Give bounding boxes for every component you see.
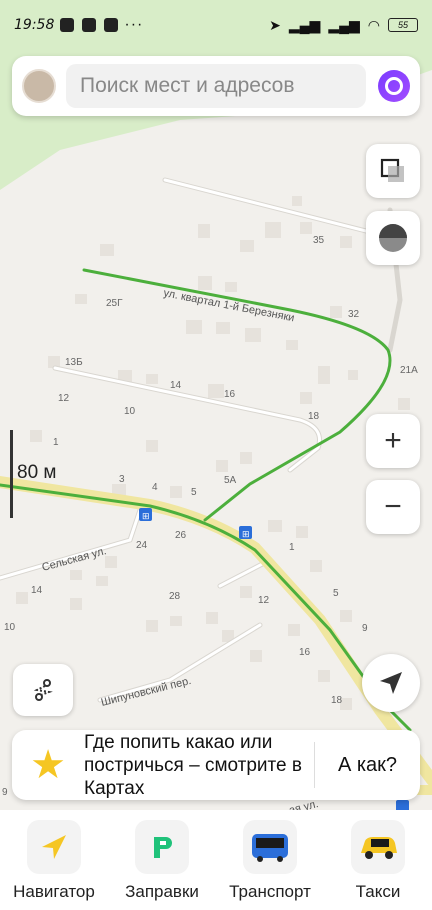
house-number: 1: [289, 542, 295, 553]
zoom-out-button[interactable]: −: [366, 480, 420, 534]
house-number: 10: [4, 622, 16, 633]
tab-navigator[interactable]: Навигатор: [0, 820, 108, 902]
status-time: 19:58: [14, 17, 55, 33]
tab-taxi[interactable]: Такси: [324, 820, 432, 902]
search-placeholder: Поиск мест и адресов: [80, 74, 295, 97]
tab-label: Транспорт: [229, 882, 311, 901]
house-number: 10: [124, 406, 136, 417]
layers-button[interactable]: [366, 144, 420, 198]
house-number: 1: [53, 437, 59, 448]
app-icon: [104, 18, 119, 32]
tab-label: Такси: [355, 882, 401, 901]
tab-label: Навигатор: [13, 882, 95, 901]
house-number: 12: [58, 393, 70, 404]
signal-icon-2: ▂▄▆: [328, 16, 360, 33]
voice-assistant-icon[interactable]: [378, 70, 410, 102]
map-scale: 80 м: [10, 430, 56, 518]
location-icon: ➤: [269, 16, 281, 33]
star-icon: ★: [30, 743, 66, 787]
my-location-button[interactable]: [362, 654, 420, 712]
house-number: 5: [191, 487, 197, 498]
taxi-icon: [351, 820, 405, 874]
navigator-icon: [27, 820, 81, 874]
fuel-icon: [135, 820, 189, 874]
bottom-tab-bar: Навигатор Заправки Транспорт Такси: [0, 810, 432, 910]
house-number: 28: [169, 591, 181, 602]
house-number: 14: [170, 380, 182, 391]
bus-stop-icon[interactable]: ⊞: [239, 526, 252, 539]
scale-label: 80 м: [17, 462, 57, 483]
house-number: 25Г: [106, 298, 123, 309]
bus-icon: [243, 820, 297, 874]
svg-text:⊞: ⊞: [242, 529, 250, 539]
notification-icon: [82, 18, 97, 32]
house-number: 24: [136, 540, 148, 551]
bus-stop-icon[interactable]: ⊞: [139, 508, 152, 521]
house-number: 3: [119, 474, 125, 485]
tab-label: Заправки: [125, 882, 199, 901]
more-notifications-icon: ···: [124, 16, 144, 33]
house-number: 9: [2, 787, 8, 798]
house-number: 4: [152, 482, 158, 493]
house-number: 18: [308, 411, 320, 422]
signal-icon: ▂▄▆: [288, 16, 321, 33]
zoom-in-button[interactable]: +: [366, 414, 420, 468]
house-number: 26: [175, 530, 187, 541]
house-number: 12: [258, 595, 270, 606]
layers-icon: [380, 158, 404, 182]
svg-text:⊞: ⊞: [142, 511, 150, 521]
route-icon: [33, 679, 53, 701]
house-number: 16: [299, 647, 311, 658]
house-number: 5А: [224, 475, 237, 486]
battery-icon: 55: [388, 18, 418, 32]
house-number: 14: [31, 585, 43, 596]
search-input[interactable]: Поиск мест и адресов: [66, 64, 366, 108]
promo-action-button[interactable]: А как?: [315, 754, 420, 777]
route-button[interactable]: [13, 664, 73, 716]
house-number: 5: [333, 588, 339, 599]
promo-banner[interactable]: ★ Где попить какао или постричься – смот…: [12, 730, 420, 800]
status-bar: 19:58 ··· ➤ ▂▄▆ ▂▄▆ ◠ 55: [0, 0, 432, 50]
house-number: 16: [224, 389, 236, 400]
house-number: 35: [313, 235, 325, 246]
location-arrow-icon: [380, 672, 402, 694]
house-number: 13Б: [65, 357, 83, 368]
search-bar[interactable]: Поиск мест и адресов: [12, 56, 420, 116]
promo-text: Где попить какао или постричься – смотри…: [84, 731, 302, 799]
message-icon: [60, 18, 75, 32]
avatar[interactable]: [22, 69, 56, 103]
compass-button[interactable]: [366, 211, 420, 265]
compass-icon: [379, 224, 407, 252]
house-number: 32: [348, 309, 360, 320]
house-number: 9: [362, 623, 368, 634]
house-number: 18: [331, 695, 343, 706]
tab-fuel[interactable]: Заправки: [108, 820, 216, 902]
wifi-icon: ◠: [367, 16, 380, 33]
house-number: 21А: [400, 365, 418, 376]
tab-transport[interactable]: Транспорт: [216, 820, 324, 902]
